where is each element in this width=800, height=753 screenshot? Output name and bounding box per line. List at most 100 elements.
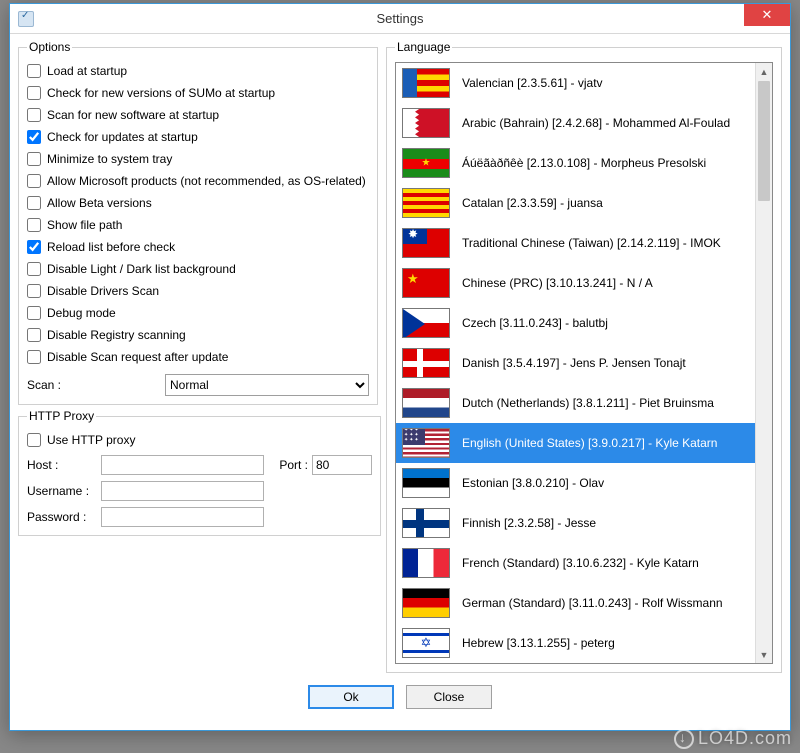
language-label: Estonian [3.8.0.210] - Olav — [462, 476, 604, 490]
option-checkbox[interactable] — [27, 196, 41, 210]
scan-select[interactable]: Normal — [165, 374, 369, 396]
scroll-up-icon[interactable]: ▲ — [756, 63, 772, 80]
option-row: Disable Registry scanning — [27, 324, 369, 346]
language-label: French (Standard) [3.10.6.232] - Kyle Ka… — [462, 556, 699, 570]
proxy-group: HTTP Proxy Use HTTP proxy Host : Port : … — [18, 409, 381, 536]
close-window-button[interactable]: ✕ — [744, 4, 790, 26]
language-item[interactable]: English (United States) [3.9.0.217] - Ky… — [396, 423, 755, 463]
language-item[interactable]: Finnish [2.3.2.58] - Jesse — [396, 503, 755, 543]
scroll-thumb[interactable] — [758, 81, 770, 201]
flag-icon — [402, 548, 450, 578]
language-label: Finnish [2.3.2.58] - Jesse — [462, 516, 596, 530]
language-label: Arabic (Bahrain) [2.4.2.68] - Mohammed A… — [462, 116, 730, 130]
flag-icon — [402, 628, 450, 658]
language-item[interactable]: Estonian [3.8.0.210] - Olav — [396, 463, 755, 503]
option-checkbox[interactable] — [27, 350, 41, 364]
language-label: Dutch (Netherlands) [3.8.1.211] - Piet B… — [462, 396, 714, 410]
options-legend: Options — [27, 40, 72, 54]
language-group: Language Valencian [2.3.5.61] - vjatv Ara… — [386, 40, 782, 673]
close-button[interactable]: Close — [406, 685, 492, 709]
proxy-pass-input[interactable] — [101, 507, 264, 527]
option-checkbox[interactable] — [27, 218, 41, 232]
option-checkbox[interactable] — [27, 240, 41, 254]
flag-icon — [402, 428, 450, 458]
option-label: Check for updates at startup — [47, 130, 198, 144]
language-label: Chinese (PRC) [3.10.13.241] - N / A — [462, 276, 653, 290]
proxy-legend: HTTP Proxy — [27, 409, 96, 423]
flag-icon — [402, 188, 450, 218]
option-checkbox[interactable] — [27, 108, 41, 122]
settings-window: Settings ✕ Options Load at startup Check … — [9, 3, 791, 731]
flag-icon — [402, 148, 450, 178]
language-item[interactable]: Traditional Chinese (Taiwan) [2.14.2.119… — [396, 223, 755, 263]
language-label: Valencian [2.3.5.61] - vjatv — [462, 76, 603, 90]
option-checkbox[interactable] — [27, 64, 41, 78]
flag-icon — [402, 388, 450, 418]
proxy-user-input[interactable] — [101, 481, 264, 501]
option-label: Disable Light / Dark list background — [47, 262, 236, 276]
language-item[interactable]: German (Standard) [3.11.0.243] - Rolf Wi… — [396, 583, 755, 623]
option-checkbox[interactable] — [27, 262, 41, 276]
option-label: Load at startup — [47, 64, 127, 78]
dialog-buttons: Ok Close — [10, 677, 790, 719]
scan-row: Scan : Normal — [27, 374, 369, 396]
proxy-pass-label: Password : — [27, 510, 97, 524]
option-checkbox[interactable] — [27, 306, 41, 320]
option-row: Allow Microsoft products (not recommende… — [27, 170, 369, 192]
option-checkbox[interactable] — [27, 130, 41, 144]
option-checkbox[interactable] — [27, 174, 41, 188]
window-title: Settings — [377, 11, 424, 26]
language-item[interactable]: Chinese (PRC) [3.10.13.241] - N / A — [396, 263, 755, 303]
titlebar: Settings ✕ — [10, 4, 790, 34]
option-row: Show file path — [27, 214, 369, 236]
option-checkbox[interactable] — [27, 284, 41, 298]
option-label: Disable Drivers Scan — [47, 284, 159, 298]
language-legend: Language — [395, 40, 452, 54]
flag-icon — [402, 108, 450, 138]
option-label: Allow Beta versions — [47, 196, 152, 210]
language-item[interactable]: Czech [3.11.0.243] - balutbj — [396, 303, 755, 343]
flag-icon — [402, 228, 450, 258]
language-listbox: Valencian [2.3.5.61] - vjatv Arabic (Bahr… — [395, 62, 773, 664]
option-row: Minimize to system tray — [27, 148, 369, 170]
language-item[interactable]: Danish [3.5.4.197] - Jens P. Jensen Tona… — [396, 343, 755, 383]
option-row: Check for new versions of SUMo at startu… — [27, 82, 369, 104]
proxy-host-label: Host : — [27, 458, 97, 472]
language-item[interactable]: French (Standard) [3.10.6.232] - Kyle Ka… — [396, 543, 755, 583]
flag-icon — [402, 308, 450, 338]
left-column: Options Load at startup Check for new ver… — [18, 40, 378, 673]
language-label: Áúëãàðñêè [2.13.0.108] - Morpheus Presol… — [462, 156, 706, 170]
scan-label: Scan : — [27, 378, 157, 392]
language-item[interactable]: Hebrew [3.13.1.255] - peterg — [396, 623, 755, 663]
option-row: Allow Beta versions — [27, 192, 369, 214]
flag-icon — [402, 68, 450, 98]
language-item[interactable]: Catalan [2.3.3.59] - juansa — [396, 183, 755, 223]
watermark: LO4D.com — [674, 728, 792, 749]
option-checkbox[interactable] — [27, 328, 41, 342]
scroll-down-icon[interactable]: ▼ — [756, 646, 772, 663]
option-row: Load at startup — [27, 60, 369, 82]
proxy-port-input[interactable] — [312, 455, 372, 475]
proxy-host-input[interactable] — [101, 455, 264, 475]
use-proxy-checkbox[interactable] — [27, 433, 41, 447]
language-item[interactable]: Arabic (Bahrain) [2.4.2.68] - Mohammed A… — [396, 103, 755, 143]
option-checkbox[interactable] — [27, 152, 41, 166]
language-item[interactable]: Áúëãàðñêè [2.13.0.108] - Morpheus Presol… — [396, 143, 755, 183]
language-item[interactable]: Dutch (Netherlands) [3.8.1.211] - Piet B… — [396, 383, 755, 423]
option-checkbox[interactable] — [27, 86, 41, 100]
ok-button[interactable]: Ok — [308, 685, 394, 709]
language-label: English (United States) [3.9.0.217] - Ky… — [462, 436, 717, 450]
language-scrollbar[interactable]: ▲ ▼ — [755, 63, 772, 663]
language-item[interactable]: Valencian [2.3.5.61] - vjatv — [396, 63, 755, 103]
right-column: Language Valencian [2.3.5.61] - vjatv Ara… — [386, 40, 782, 673]
option-label: Allow Microsoft products (not recommende… — [47, 174, 366, 188]
language-label: Catalan [2.3.3.59] - juansa — [462, 196, 603, 210]
option-label: Minimize to system tray — [47, 152, 172, 166]
option-label: Disable Registry scanning — [47, 328, 186, 342]
option-label: Show file path — [47, 218, 122, 232]
option-row: Disable Drivers Scan — [27, 280, 369, 302]
language-label: Hebrew [3.13.1.255] - peterg — [462, 636, 615, 650]
flag-icon — [402, 588, 450, 618]
language-list[interactable]: Valencian [2.3.5.61] - vjatv Arabic (Bahr… — [396, 63, 755, 663]
option-label: Scan for new software at startup — [47, 108, 219, 122]
